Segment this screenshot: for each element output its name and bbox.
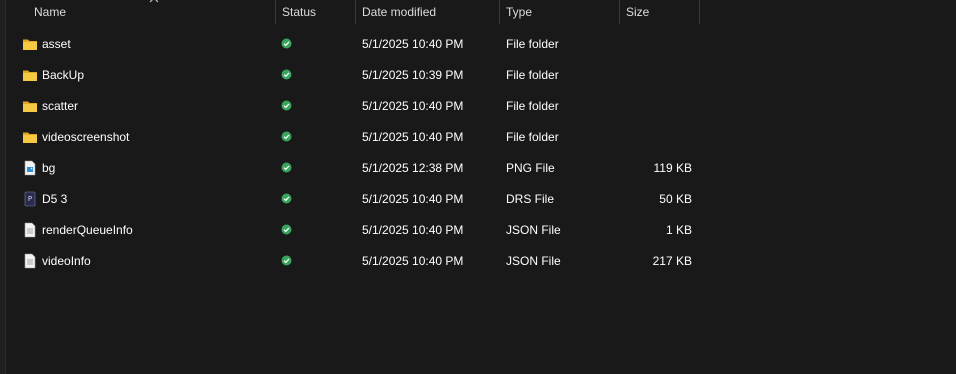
file-date-modified: 5/1/2025 10:40 PM	[362, 37, 464, 51]
file-row[interactable]: bg 5/1/2025 12:38 PM PNG File 119 KB	[0, 152, 700, 183]
file-name: BackUp	[42, 68, 85, 82]
file-date-modified: 5/1/2025 12:38 PM	[362, 161, 464, 175]
file-date-modified: 5/1/2025 10:39 PM	[362, 68, 464, 82]
sync-status-icon	[281, 100, 292, 111]
json-file-icon	[22, 253, 38, 269]
file-row[interactable]: scatter 5/1/2025 10:40 PM File folder	[0, 90, 700, 121]
sync-status-icon	[281, 131, 292, 142]
file-size: 119 KB	[653, 161, 692, 175]
sync-status-icon	[281, 193, 292, 204]
file-row[interactable]: BackUp 5/1/2025 10:39 PM File folder	[0, 59, 700, 90]
file-date-modified: 5/1/2025 10:40 PM	[362, 223, 464, 237]
file-row[interactable]: videoInfo 5/1/2025 10:40 PM JSON File 217 K…	[0, 245, 700, 276]
column-header-name[interactable]: Name	[34, 0, 66, 24]
column-separator[interactable]	[499, 0, 500, 24]
file-name: scatter	[42, 99, 79, 113]
file-name: asset	[42, 37, 71, 51]
file-type: PNG File	[506, 161, 555, 175]
file-size: 50 KB	[659, 192, 692, 206]
file-date-modified: 5/1/2025 10:40 PM	[362, 130, 464, 144]
file-date-modified: 5/1/2025 10:40 PM	[362, 192, 464, 206]
file-type: File folder	[506, 99, 559, 113]
file-row[interactable]: P D5 3 5/1/2025 10:40 PM DRS File 50 KB	[0, 183, 700, 214]
svg-text:P: P	[28, 195, 32, 203]
json-file-icon	[22, 222, 38, 238]
file-size: 217 KB	[652, 254, 692, 268]
column-header-size[interactable]: Size	[626, 0, 649, 24]
column-header-bar: Name Status Date modified Type Size	[6, 0, 956, 24]
folder-icon	[22, 98, 38, 114]
file-type: File folder	[506, 68, 559, 82]
file-name: videoInfo	[42, 254, 91, 268]
sync-status-icon	[281, 224, 292, 235]
file-name: renderQueueInfo	[42, 223, 133, 237]
file-date-modified: 5/1/2025 10:40 PM	[362, 254, 464, 268]
column-separator[interactable]	[355, 0, 356, 24]
file-type: DRS File	[506, 192, 555, 206]
file-row[interactable]: asset 5/1/2025 10:40 PM File folder	[0, 28, 700, 59]
file-name: videoscreenshot	[42, 130, 130, 144]
drs-file-icon: P	[22, 191, 38, 207]
file-row[interactable]: renderQueueInfo 5/1/2025 10:40 PM JSON Fil…	[0, 214, 700, 245]
column-header-status[interactable]: Status	[282, 0, 316, 24]
sync-status-icon	[281, 162, 292, 173]
column-header-date-modified[interactable]: Date modified	[362, 0, 436, 24]
file-type: JSON File	[506, 223, 561, 237]
sync-status-icon	[281, 69, 292, 80]
sort-ascending-icon	[149, 0, 159, 3]
file-type: JSON File	[506, 254, 561, 268]
folder-icon	[22, 36, 38, 52]
folder-icon	[22, 129, 38, 145]
column-separator[interactable]	[275, 0, 276, 24]
sync-status-icon	[281, 255, 292, 266]
column-separator[interactable]	[699, 0, 700, 24]
file-type: File folder	[506, 130, 559, 144]
column-separator[interactable]	[619, 0, 620, 24]
file-row[interactable]: videoscreenshot 5/1/2025 10:40 PM File fol…	[0, 121, 700, 152]
file-date-modified: 5/1/2025 10:40 PM	[362, 99, 464, 113]
sync-status-icon	[281, 38, 292, 49]
file-type: File folder	[506, 37, 559, 51]
file-size: 1 KB	[665, 223, 692, 237]
file-name: bg	[42, 161, 56, 175]
png-file-icon	[22, 160, 38, 176]
folder-icon	[22, 67, 38, 83]
column-header-type[interactable]: Type	[506, 0, 532, 24]
file-name: D5 3	[42, 192, 68, 206]
